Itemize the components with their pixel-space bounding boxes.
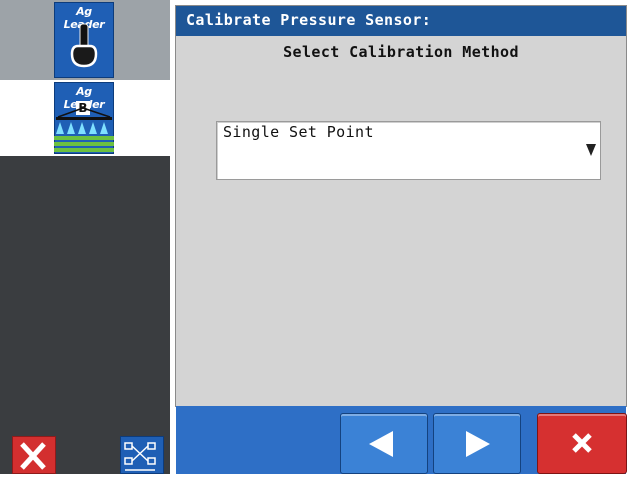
dialog-subtitle: Select Calibration Method	[283, 43, 519, 61]
sidebar-close-button[interactable]	[12, 436, 56, 474]
toggle-switch-icon	[70, 23, 98, 68]
sidebar-tile-sprayer-boom[interactable]: Ag Leader B	[54, 82, 114, 154]
next-button[interactable]	[433, 413, 521, 474]
back-button[interactable]	[340, 413, 428, 474]
network-icon	[124, 442, 156, 471]
dialog-panel	[176, 6, 626, 406]
arrow-left-icon	[369, 431, 393, 457]
dropdown-arrow-icon[interactable]	[586, 144, 596, 156]
close-icon	[572, 433, 592, 453]
sidebar-tile-toggle[interactable]: Ag Leader	[54, 2, 114, 78]
boom-badge: B	[78, 101, 88, 115]
dialog-title: Calibrate Pressure Sensor:	[176, 6, 626, 36]
calibration-method-value: Single Set Point	[223, 123, 374, 141]
arrow-right-icon	[466, 431, 490, 457]
cancel-button[interactable]	[537, 413, 627, 474]
sprayer-boom-icon	[54, 101, 114, 152]
calibration-method-select[interactable]: Single Set Point	[216, 121, 601, 180]
close-icon	[20, 442, 46, 470]
sidebar-network-button[interactable]	[120, 436, 164, 474]
